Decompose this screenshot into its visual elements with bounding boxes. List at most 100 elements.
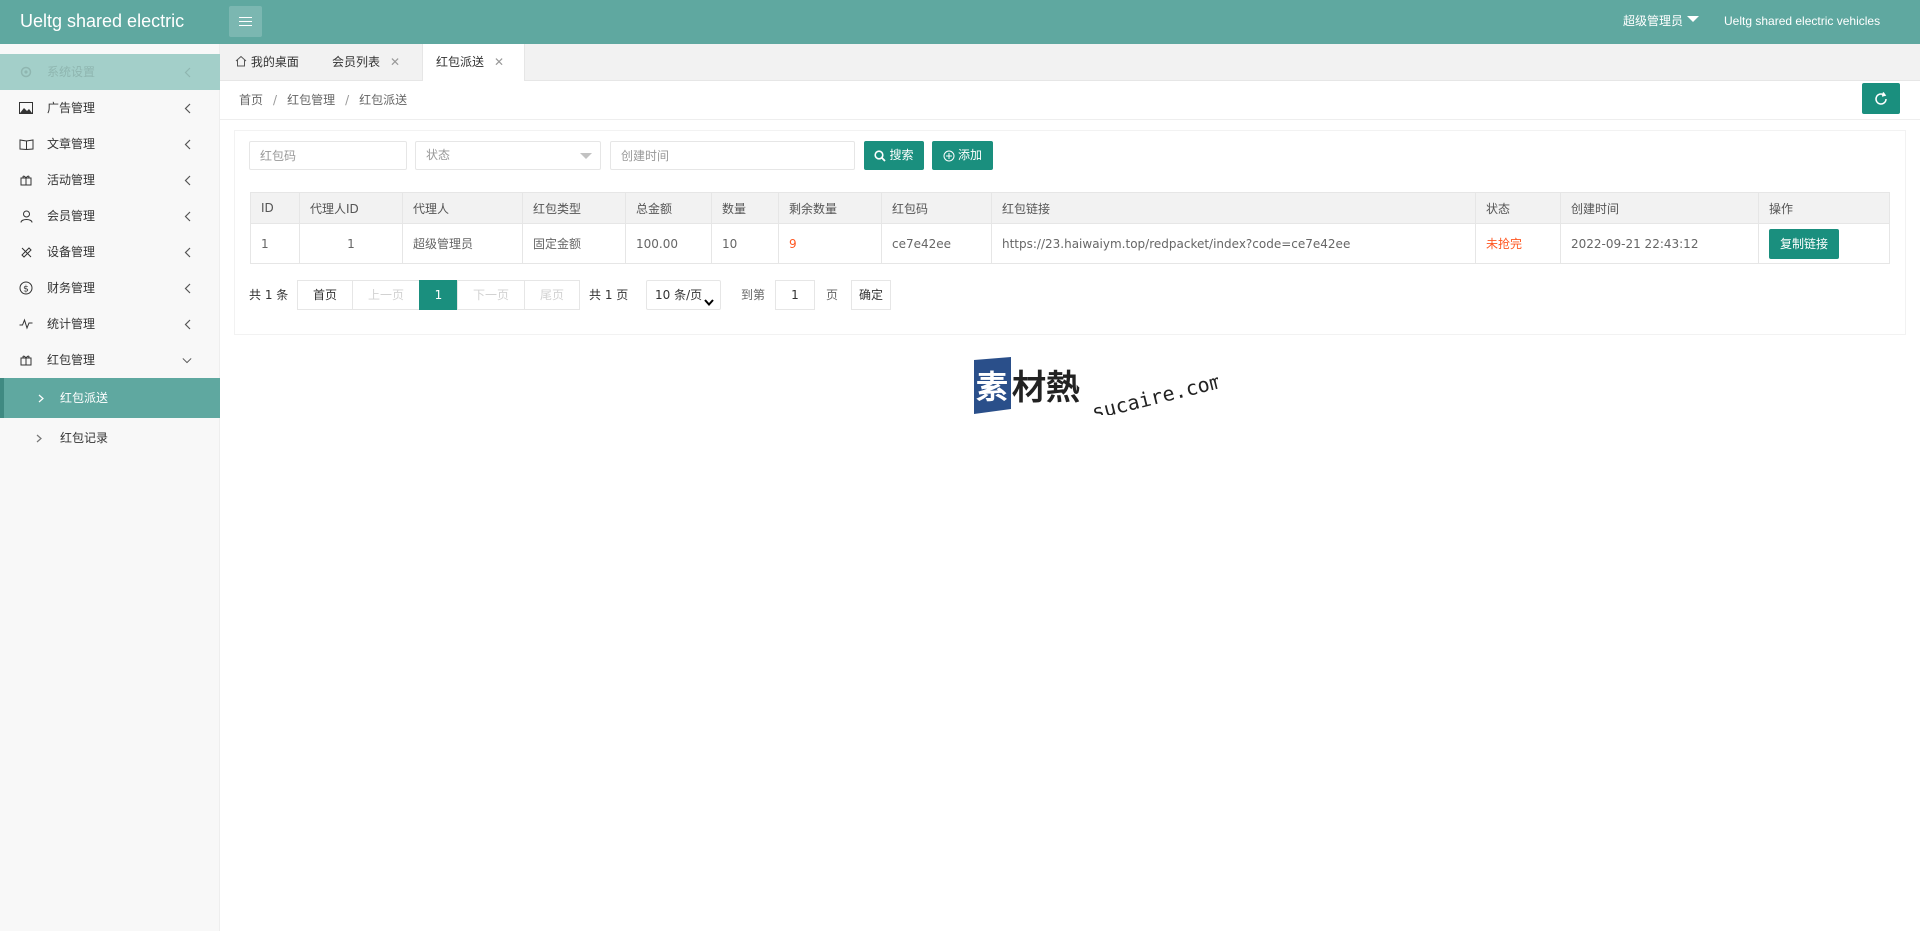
column-header: 代理人ID bbox=[299, 192, 403, 224]
cell-action: 复制链接 bbox=[1758, 223, 1890, 264]
code-field[interactable] bbox=[249, 141, 407, 170]
gift-icon bbox=[18, 162, 34, 198]
column-header: 红包类型 bbox=[522, 192, 626, 224]
chevron-left-icon bbox=[182, 234, 192, 270]
pager-pages: 共 1 页 bbox=[589, 288, 629, 302]
page-size-select[interactable]: 10 条/页 bbox=[646, 280, 721, 310]
pager-first[interactable]: 首页 bbox=[297, 280, 353, 310]
chevron-left-icon bbox=[182, 126, 192, 162]
chevron-left-icon bbox=[182, 54, 192, 90]
sidebar-subitem-redpacket-records[interactable]: 红包记录 bbox=[0, 418, 220, 458]
sidebar-subitem-label: 红包记录 bbox=[60, 431, 109, 445]
close-icon[interactable]: ✕ bbox=[390, 55, 400, 69]
watermark: 素 材熱 sucaire.com bbox=[973, 357, 1224, 424]
breadcrumb-current: 红包派送 bbox=[359, 93, 408, 107]
search-button[interactable]: 搜索 bbox=[864, 141, 924, 170]
cell-id: 1 bbox=[250, 223, 300, 264]
column-header: 红包链接 bbox=[991, 192, 1476, 224]
column-header: 代理人 bbox=[402, 192, 523, 224]
top-header: Ueltg shared electric 超级管理员 Ueltg shared… bbox=[0, 0, 1920, 44]
table-header-row: ID 代理人ID 代理人 红包类型 总金额 数量 剩余数量 红包码 红包链接 状… bbox=[250, 192, 1890, 224]
image-icon bbox=[18, 90, 34, 126]
book-icon bbox=[18, 126, 34, 162]
sidebar-item-label: 系统设置 bbox=[47, 65, 96, 79]
tab-member-list[interactable]: 会员列表 ✕ bbox=[332, 44, 400, 81]
pager-goto-input[interactable]: 1 bbox=[775, 280, 815, 310]
breadcrumb: 首页 / 红包管理 / 红包派送 bbox=[220, 81, 1920, 120]
sidebar-item-activities[interactable]: 活动管理 bbox=[0, 162, 220, 198]
sidebar-item-label: 文章管理 bbox=[47, 137, 96, 151]
tab-label: 会员列表 bbox=[332, 55, 381, 69]
sidebar-item-members[interactable]: 会员管理 bbox=[0, 198, 220, 234]
dollar-icon: $ bbox=[18, 270, 34, 306]
column-header: 红包码 bbox=[881, 192, 992, 224]
pager-next[interactable]: 下一页 bbox=[457, 280, 525, 310]
gear-icon bbox=[18, 54, 34, 90]
sidebar-item-label: 活动管理 bbox=[47, 173, 96, 187]
cell-status: 未抢完 bbox=[1475, 223, 1561, 264]
chevron-left-icon bbox=[182, 162, 192, 198]
time-field[interactable] bbox=[610, 141, 855, 170]
user-dropdown[interactable]: 超级管理员 bbox=[1623, 0, 1700, 42]
sidebar-item-devices[interactable]: 设备管理 bbox=[0, 234, 220, 270]
code-input[interactable] bbox=[260, 142, 406, 169]
caret-down-icon bbox=[1687, 16, 1700, 22]
tab-label: 红包派送 bbox=[436, 55, 485, 69]
tab-desktop[interactable]: 我的桌面 bbox=[235, 44, 299, 81]
chevron-right-icon bbox=[36, 418, 42, 458]
sidebar: 系统设置 广告管理 文章管理 活动管理 会员管理 设备管理 $ 财务管理 统计管… bbox=[0, 44, 220, 931]
cell-total: 100.00 bbox=[625, 223, 712, 264]
sidebar-subitem-redpacket-send[interactable]: 红包派送 bbox=[0, 378, 220, 418]
pager-total: 共 1 条 bbox=[249, 288, 289, 302]
pager-current[interactable]: 1 bbox=[419, 280, 458, 310]
cell-code: ce7e42ee bbox=[881, 223, 992, 264]
gift-icon bbox=[18, 342, 34, 378]
sidebar-item-finance[interactable]: $ 财务管理 bbox=[0, 270, 220, 306]
breadcrumb-home[interactable]: 首页 bbox=[239, 93, 263, 107]
watermark-logo: 素 材熱 sucaire.com bbox=[974, 357, 1224, 424]
pager-prev[interactable]: 上一页 bbox=[352, 280, 420, 310]
tab-label: 我的桌面 bbox=[250, 55, 299, 69]
svg-text:sucaire.com: sucaire.com bbox=[1089, 369, 1218, 415]
cell-agent: 超级管理员 bbox=[402, 223, 523, 264]
site-name-link[interactable]: Ueltg shared electric vehicles bbox=[1724, 0, 1880, 42]
sidebar-item-label: 广告管理 bbox=[47, 101, 96, 115]
column-header: 创建时间 bbox=[1560, 192, 1759, 224]
copy-link-button[interactable]: 复制链接 bbox=[1769, 228, 1840, 259]
column-header: 数量 bbox=[711, 192, 779, 224]
chevron-down-icon bbox=[182, 342, 192, 378]
status-select[interactable]: 状态 bbox=[415, 141, 601, 170]
refresh-button[interactable] bbox=[1862, 83, 1900, 114]
menu-toggle-button[interactable] bbox=[229, 6, 262, 37]
sidebar-item-stats[interactable]: 统计管理 bbox=[0, 306, 220, 342]
sidebar-item-ads[interactable]: 广告管理 bbox=[0, 90, 220, 126]
page-size-value: 10 条/页 bbox=[655, 288, 703, 302]
cell-agent-id: 1 bbox=[299, 223, 403, 264]
close-icon[interactable]: ✕ bbox=[494, 55, 504, 69]
sidebar-item-label: 统计管理 bbox=[47, 317, 96, 331]
column-header: 总金额 bbox=[625, 192, 712, 224]
plus-circle-icon bbox=[943, 150, 955, 161]
sidebar-item-system[interactable]: 系统设置 bbox=[0, 54, 220, 90]
search-button-label: 搜索 bbox=[889, 148, 914, 162]
tab-redpacket-send[interactable]: 红包派送 ✕ bbox=[422, 44, 525, 82]
cell-type: 固定金额 bbox=[522, 223, 626, 264]
cell-link: https://23.haiwaiym.top/redpacket/index?… bbox=[991, 223, 1476, 264]
sidebar-item-redpacket[interactable]: 红包管理 bbox=[0, 342, 220, 378]
sidebar-item-label: 财务管理 bbox=[47, 281, 96, 295]
chevron-left-icon bbox=[182, 90, 192, 126]
sidebar-item-label: 设备管理 bbox=[47, 245, 96, 259]
svg-text:素: 素 bbox=[976, 368, 1008, 406]
pager-confirm-button[interactable]: 确定 bbox=[851, 280, 891, 310]
chevron-left-icon bbox=[182, 198, 192, 234]
refresh-icon bbox=[1875, 91, 1887, 105]
chevron-right-icon bbox=[38, 378, 44, 418]
add-button[interactable]: 添加 bbox=[932, 141, 993, 170]
breadcrumb-redpacket[interactable]: 红包管理 bbox=[287, 93, 335, 107]
time-input[interactable] bbox=[621, 142, 854, 169]
caret-down-icon bbox=[580, 153, 592, 159]
app-title: Ueltg shared electric bbox=[20, 11, 185, 31]
pager-last[interactable]: 尾页 bbox=[524, 280, 580, 310]
sidebar-item-articles[interactable]: 文章管理 bbox=[0, 126, 220, 162]
column-header: 操作 bbox=[1758, 192, 1890, 224]
